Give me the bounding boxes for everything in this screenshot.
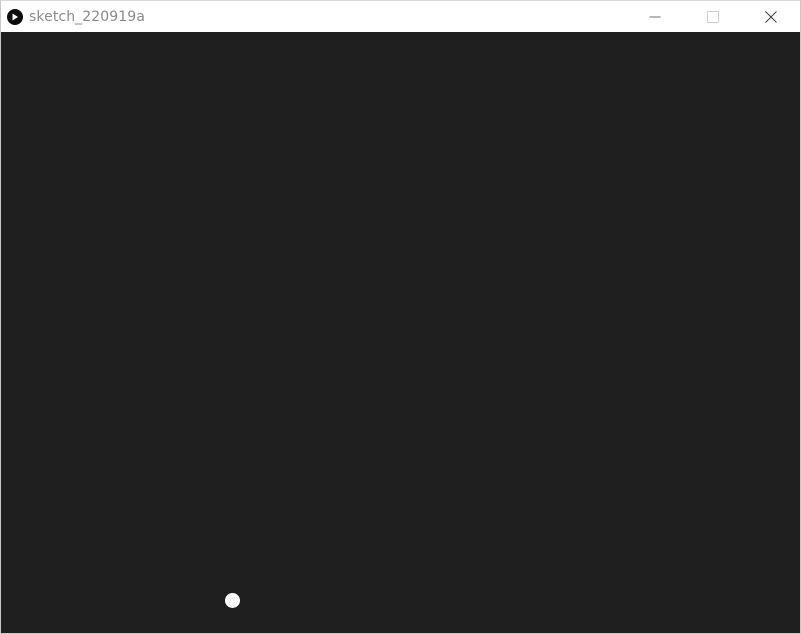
- play-icon: [7, 9, 23, 25]
- minimize-icon: [649, 11, 661, 23]
- title-bar[interactable]: sketch_220919a: [1, 1, 800, 32]
- close-icon: [765, 10, 777, 23]
- ball: [225, 593, 240, 608]
- window-title: sketch_220919a: [29, 9, 145, 25]
- close-button[interactable]: [742, 1, 800, 32]
- maximize-icon: [707, 10, 719, 23]
- minimize-button[interactable]: [626, 1, 684, 32]
- maximize-button[interactable]: [684, 1, 742, 32]
- sketch-window: sketch_220919a: [0, 0, 801, 634]
- window-controls: [626, 1, 800, 32]
- sketch-canvas[interactable]: [1, 32, 800, 633]
